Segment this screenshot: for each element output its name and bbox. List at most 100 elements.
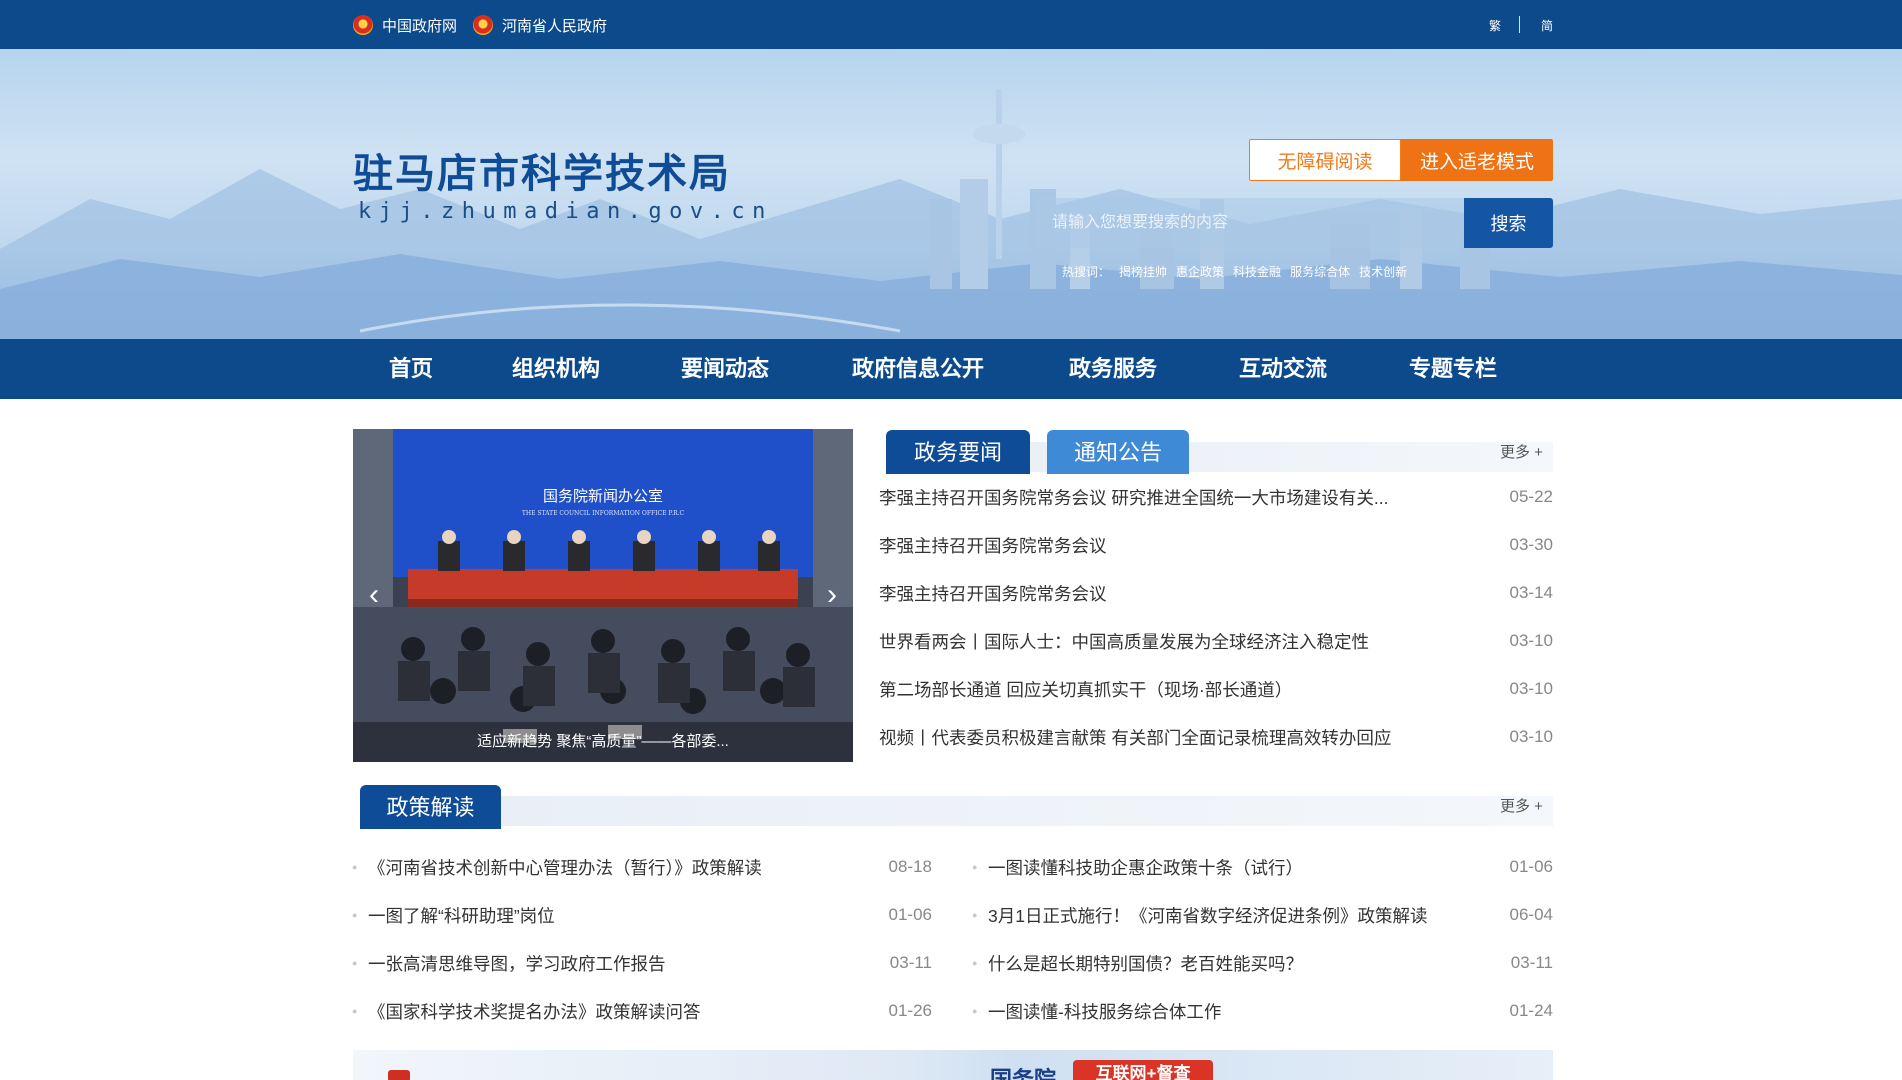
- chevron-right-icon[interactable]: ›: [817, 577, 847, 613]
- hotword-link[interactable]: 揭榜挂帅: [1119, 263, 1167, 281]
- tab-policy-interpretation[interactable]: 政策解读: [360, 785, 501, 829]
- link-henan-gov[interactable]: 河南省人民政府: [473, 14, 607, 36]
- national-emblem-icon: [353, 15, 373, 35]
- news-item[interactable]: 第二场部长通道 回应关切真抓实干（现场·部长通道） 03-10: [879, 677, 1553, 701]
- link-henan-gov-label: 河南省人民政府: [502, 17, 608, 35]
- policy-item[interactable]: ● 一张高清思维导图，学习政府工作报告 03-11: [352, 951, 932, 975]
- policy-item-title: 一张高清思维导图，学习政府工作报告: [368, 953, 666, 974]
- nav-item-gov-services[interactable]: 政务服务: [1069, 339, 1157, 399]
- policy-section-header: 政策解读 更多 +: [360, 785, 1553, 829]
- nav-item-special-topics[interactable]: 专题专栏: [1409, 339, 1497, 399]
- policy-item-title: 《河南省技术创新中心管理办法（暂行）》政策解读: [368, 857, 762, 878]
- policy-item-date: 01-26: [888, 1001, 932, 1020]
- news-more-link[interactable]: 更多 +: [1500, 441, 1543, 462]
- news-item-title: 第二场部长通道 回应关切真抓实干（现场·部长通道）: [879, 679, 1293, 700]
- bullet-icon: ●: [352, 910, 358, 920]
- nav-item-news[interactable]: 要闻动态: [681, 339, 769, 399]
- policy-item-title: 什么是超长期特别国债？老百姓能买吗？: [988, 953, 1303, 974]
- lang-divider: [1519, 16, 1520, 33]
- slide-image: 国务院新闻办公室 THE STATE COUNCIL INFORMATION O…: [353, 429, 853, 762]
- bullet-icon: ●: [972, 862, 978, 872]
- bullet-icon: ●: [352, 958, 358, 968]
- chevron-left-icon[interactable]: ‹: [359, 577, 389, 613]
- hotwords: 热搜词： 揭榜挂帅 惠企政策 科技金融 服务综合体 技术创新: [1062, 263, 1407, 281]
- top-bar: 中国政府网 河南省人民政府 繁 简: [0, 0, 1902, 49]
- promo-logo: [388, 1070, 410, 1080]
- bullet-icon: ●: [352, 1006, 358, 1016]
- backdrop-subtitle: THE STATE COUNCIL INFORMATION OFFICE P.R…: [522, 510, 685, 517]
- lang-simplified-link[interactable]: 简: [1541, 17, 1553, 34]
- promo-banner[interactable]: 国务院 互联网+督查: [353, 1050, 1553, 1080]
- promo-banner-text: 国务院: [990, 1067, 1057, 1080]
- news-item[interactable]: 李强主持召开国务院常务会议 研究推进全国统一大市场建设有关... 05-22: [879, 485, 1553, 509]
- link-china-gov[interactable]: 中国政府网: [353, 14, 457, 36]
- policy-item[interactable]: ● 《河南省技术创新中心管理办法（暂行）》政策解读 08-18: [352, 855, 932, 879]
- nav-item-organization[interactable]: 组织机构: [512, 339, 600, 399]
- national-emblem-icon: [473, 15, 493, 35]
- policy-item[interactable]: ● 《国家科学技术奖提名办法》政策解读问答 01-26: [352, 999, 932, 1023]
- news-item-title: 李强主持召开国务院常务会议: [879, 535, 1107, 556]
- policy-item-date: 01-24: [1509, 1001, 1553, 1020]
- news-item-date: 03-10: [1509, 727, 1553, 746]
- search-button[interactable]: 搜索: [1464, 198, 1553, 248]
- policy-item-date: 01-06: [888, 905, 932, 924]
- policy-more-link[interactable]: 更多 +: [1500, 795, 1543, 816]
- news-item-title: 李强主持召开国务院常务会议 研究推进全国统一大市场建设有关...: [879, 487, 1389, 508]
- nav-item-info-disclosure[interactable]: 政府信息公开: [852, 339, 984, 399]
- nav-item-interaction[interactable]: 互动交流: [1239, 339, 1327, 399]
- site-title: 驻马店市科学技术局: [353, 151, 731, 197]
- hotword-link[interactable]: 技术创新: [1359, 263, 1407, 281]
- city-skyline-backdrop: [0, 89, 1902, 339]
- hotword-link[interactable]: 服务综合体: [1290, 263, 1350, 281]
- news-item-date: 03-30: [1509, 535, 1553, 554]
- policy-item-date: 06-04: [1509, 905, 1553, 924]
- policy-item-date: 03-11: [1510, 953, 1553, 972]
- policy-item[interactable]: ● 什么是超长期特别国债？老百姓能买吗？ 03-11: [972, 951, 1553, 975]
- news-item[interactable]: 李强主持召开国务院常务会议 03-14: [879, 581, 1553, 605]
- bullet-icon: ●: [972, 1006, 978, 1016]
- hotword-link[interactable]: 惠企政策: [1176, 263, 1224, 281]
- news-item[interactable]: 视频丨代表委员积极建言献策 有关部门全面记录梳理高效转办回应 03-10: [879, 725, 1553, 749]
- news-item-title: 世界看两会丨国际人士：中国高质量发展为全球经济注入稳定性: [879, 631, 1369, 652]
- search-input[interactable]: [1034, 198, 1464, 248]
- policy-item[interactable]: ● 一图读懂-科技服务综合体工作 01-24: [972, 999, 1553, 1023]
- main-nav: 首页 组织机构 要闻动态 政府信息公开 政务服务 互动交流 专题专栏: [0, 339, 1902, 399]
- news-item-date: 03-10: [1509, 679, 1553, 698]
- elder-mode-button[interactable]: 进入适老模式: [1401, 139, 1553, 181]
- policy-item-title: 3月1日正式施行！《河南省数字经济促进条例》政策解读: [988, 905, 1428, 926]
- policy-item-date: 03-11: [889, 953, 932, 972]
- hotwords-label: 热搜词：: [1062, 265, 1111, 279]
- policy-item-title: 一图读懂-科技服务综合体工作: [988, 1001, 1222, 1022]
- slide-caption[interactable]: 适应新趋势 聚焦“高质量”——各部委...: [353, 722, 853, 762]
- news-item-date: 03-14: [1509, 583, 1553, 602]
- bullet-icon: ●: [972, 910, 978, 920]
- news-item-title: 李强主持召开国务院常务会议: [879, 583, 1107, 604]
- bullet-icon: ●: [972, 958, 978, 968]
- news-item-title: 视频丨代表委员积极建言献策 有关部门全面记录梳理高效转办回应: [879, 727, 1392, 748]
- policy-item-date: 01-06: [1509, 857, 1553, 876]
- policy-item[interactable]: ● 一图读懂科技助企惠企政策十条（试行） 01-06: [972, 855, 1553, 879]
- top-bar-inner: 中国政府网 河南省人民政府 繁 简: [353, 0, 1553, 49]
- hotword-link[interactable]: 科技金融: [1233, 263, 1281, 281]
- news-item-date: 05-22: [1509, 487, 1553, 506]
- policy-item-title: 《国家科学技术奖提名办法》政策解读问答: [368, 1001, 701, 1022]
- policy-strip: [360, 796, 1553, 826]
- news-tabs: 政务要闻 通知公告 更多 +: [886, 430, 1553, 474]
- promo-banner-badge: 互联网+督查: [1073, 1060, 1213, 1080]
- bullet-icon: ●: [352, 862, 358, 872]
- link-china-gov-label: 中国政府网: [382, 17, 458, 35]
- news-slider[interactable]: 国务院新闻办公室 THE STATE COUNCIL INFORMATION O…: [353, 429, 853, 762]
- policy-item-title: 一图读懂科技助企惠企政策十条（试行）: [988, 857, 1303, 878]
- policy-item-title: 一图了解“科研助理”岗位: [368, 905, 555, 926]
- tab-gov-news[interactable]: 政务要闻: [886, 430, 1030, 474]
- news-item-date: 03-10: [1509, 631, 1553, 650]
- policy-item[interactable]: ● 一图了解“科研助理”岗位 01-06: [352, 903, 932, 927]
- policy-item-date: 08-18: [888, 857, 932, 876]
- news-item[interactable]: 李强主持召开国务院常务会议 03-30: [879, 533, 1553, 557]
- accessible-reading-button[interactable]: 无障碍阅读: [1249, 139, 1401, 181]
- policy-item[interactable]: ● 3月1日正式施行！《河南省数字经济促进条例》政策解读 06-04: [972, 903, 1553, 927]
- tab-notices[interactable]: 通知公告: [1047, 430, 1189, 474]
- lang-traditional-link[interactable]: 繁: [1489, 17, 1501, 34]
- nav-item-home[interactable]: 首页: [389, 339, 433, 399]
- news-item[interactable]: 世界看两会丨国际人士：中国高质量发展为全球经济注入稳定性 03-10: [879, 629, 1553, 653]
